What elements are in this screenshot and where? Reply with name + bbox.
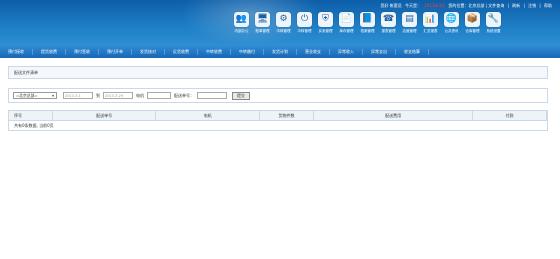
toolbar-item-label: 中转管理 bbox=[297, 29, 312, 33]
nav-item-2[interactable]: 预付签收 bbox=[66, 49, 99, 55]
nav-item-8[interactable]: 发货计划 bbox=[264, 49, 297, 55]
chevron-down-icon: ▾ bbox=[52, 93, 54, 98]
column-header: 电机 bbox=[156, 111, 261, 120]
110-icon: ☎ bbox=[381, 12, 396, 27]
current-date: 2013年3月 bbox=[424, 3, 446, 8]
toolbar-item-5[interactable]: 📄 库存管理 bbox=[336, 12, 357, 34]
nav-item-11[interactable]: 异常支出 bbox=[363, 49, 396, 55]
nav-item-5[interactable]: 反货收费 bbox=[165, 49, 198, 55]
nav-item-12[interactable]: 收支结算 bbox=[396, 49, 429, 55]
toolbar-item-9[interactable]: 📊 汇总报表 bbox=[420, 12, 441, 34]
results-table: 序号 配送单号 电机 货物件数 配送费用 付款 共有0条数据, 当前0页 bbox=[8, 110, 548, 131]
phone-label: 电机 bbox=[136, 92, 144, 98]
column-header: 配送单号 bbox=[53, 111, 157, 120]
chart-icon: 📊 bbox=[423, 12, 438, 27]
page-title: 配送文件清单 bbox=[14, 70, 38, 75]
phone-input[interactable] bbox=[147, 92, 171, 99]
toolbar-item-label: 内部办公 bbox=[234, 29, 249, 33]
table-empty-message: 共有0条数据, 当前0页 bbox=[14, 122, 54, 128]
order-number-label: 配送单号： bbox=[174, 92, 194, 98]
location-text: 您的位置：北京总部 | 文件查询 bbox=[448, 3, 505, 8]
toolbar-item-3[interactable]: ⏻ 中转管理 bbox=[294, 12, 315, 34]
nav-item-10[interactable]: 异常收入 bbox=[330, 49, 363, 55]
column-header: 配送费用 bbox=[314, 111, 474, 120]
toolbar-item-label: 系统设置 bbox=[486, 29, 501, 33]
nav-item-0[interactable]: 预付接收 bbox=[0, 49, 33, 55]
breadcrumb: 配送文件清单 bbox=[8, 66, 548, 79]
toolbar-item-2[interactable]: ⚙ 中转管理 bbox=[273, 12, 294, 34]
branch-select-value: =北京总部= bbox=[16, 92, 38, 98]
nav-item-1[interactable]: 提货收费 bbox=[33, 49, 66, 55]
nav-item-4[interactable]: 发货核对 bbox=[132, 49, 165, 55]
toolbar-item-label: 报表管理 bbox=[381, 29, 396, 33]
order-number-input[interactable] bbox=[197, 92, 227, 99]
column-header: 货物件数 bbox=[260, 111, 314, 120]
shield-icon: ⛨ bbox=[318, 12, 333, 27]
toolbar-item-label: 买卖管理 bbox=[318, 29, 333, 33]
toolbar-item-label: 库存管理 bbox=[339, 29, 354, 33]
help-link[interactable]: 帮助 bbox=[544, 3, 552, 8]
toolbar-item-0[interactable]: 👥 内部办公 bbox=[231, 12, 252, 34]
document-icon: 📄 bbox=[339, 12, 354, 27]
toolbar-item-12[interactable]: 🔧 系统设置 bbox=[483, 12, 504, 34]
submit-button[interactable]: 提交 bbox=[232, 91, 250, 100]
refresh-link[interactable]: 刷新 bbox=[512, 3, 520, 8]
toolbar-item-label: 汇总报表 bbox=[423, 29, 438, 33]
app-header: 您好 帐套员 今天是： 2013年3月 您的位置：北京总部 | 文件查询 | 刷… bbox=[0, 0, 560, 46]
branch-select[interactable]: =北京总部= ▾ bbox=[13, 92, 57, 99]
nav-item-3[interactable]: 预付开单 bbox=[99, 49, 132, 55]
toolbar-item-label: 仓库管理 bbox=[465, 29, 480, 33]
globe-icon: 🌐 bbox=[444, 12, 459, 27]
toolbar-item-10[interactable]: 🌐 公共资讯 bbox=[441, 12, 462, 34]
nav-item-9[interactable]: 营业收支 bbox=[297, 49, 330, 55]
book-icon: 📘 bbox=[360, 12, 375, 27]
gear-icon: ⚙ bbox=[276, 12, 291, 27]
toolbar-item-label: 店营管理 bbox=[402, 29, 417, 33]
welcome-text: 您好 帐套员 bbox=[380, 3, 402, 8]
monitor-icon: 🖥 bbox=[255, 12, 270, 27]
tray-icon: ▤ bbox=[402, 12, 417, 27]
nav-item-6[interactable]: 中转收费 bbox=[198, 49, 231, 55]
toolbar-item-label: 档案管理 bbox=[360, 29, 375, 33]
toolbar-item-1[interactable]: 🖥 账单管理 bbox=[252, 12, 273, 34]
toolbar-item-label: 公共资讯 bbox=[444, 29, 459, 33]
column-header: 序号 bbox=[9, 111, 53, 120]
users-icon: 👥 bbox=[234, 12, 249, 27]
toolbar-item-label: 账单管理 bbox=[255, 29, 270, 33]
table-header: 序号 配送单号 电机 货物件数 配送费用 付款 bbox=[9, 111, 547, 121]
toolbar-item-label: 中转管理 bbox=[276, 29, 291, 33]
column-header: 付款 bbox=[473, 111, 547, 120]
toolbar-item-4[interactable]: ⛨ 买卖管理 bbox=[315, 12, 336, 34]
toolbar-item-6[interactable]: 📘 档案管理 bbox=[357, 12, 378, 34]
module-toolbar: 👥 内部办公 🖥 账单管理 ⚙ 中转管理 ⏻ 中转管理 ⛨ 买卖管理 📄 库存管理 📘 档案管理 ☎ 报表管理… bbox=[231, 12, 504, 34]
to-label: 到 bbox=[96, 92, 100, 98]
toolbar-item-11[interactable]: 📦 仓库管理 bbox=[462, 12, 483, 34]
nav-item-7[interactable]: 中转缴付 bbox=[231, 49, 264, 55]
today-label: 今天是： bbox=[405, 3, 422, 8]
date-to-field[interactable]: 2013-3-29 bbox=[103, 92, 133, 99]
filter-bar: =北京总部= ▾ 2013-3-1 到 2013-3-29 电机 配送单号： 提… bbox=[8, 88, 548, 103]
power-icon: ⏻ bbox=[297, 12, 312, 27]
box-icon: 📦 bbox=[465, 12, 480, 27]
toolbar-item-8[interactable]: ▤ 店营管理 bbox=[399, 12, 420, 34]
settings-icon: 🔧 bbox=[486, 12, 501, 27]
toolbar-item-7[interactable]: ☎ 报表管理 bbox=[378, 12, 399, 34]
top-info-bar: 您好 帐套员 今天是： 2013年3月 您的位置：北京总部 | 文件查询 | 刷… bbox=[380, 3, 552, 8]
logout-link[interactable]: 注销 bbox=[528, 3, 536, 8]
date-from-field[interactable]: 2013-3-1 bbox=[63, 92, 93, 99]
main-nav: 预付接收 提货收费 预付签收 预付开单 发货核对 反货收费 中转收费 中转缴付 发货计划 营业收支… bbox=[0, 46, 560, 58]
